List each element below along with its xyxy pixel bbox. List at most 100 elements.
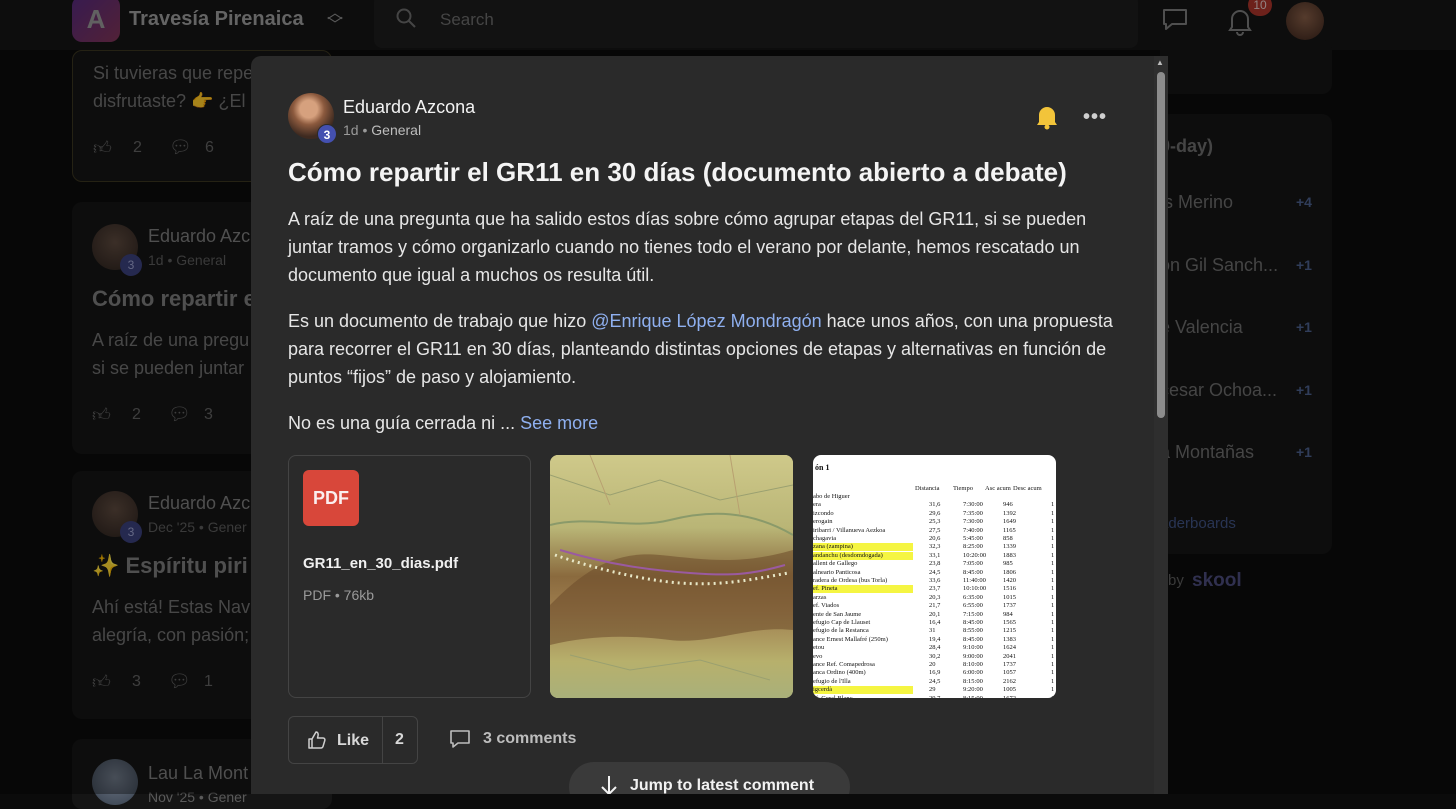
modal-scrollbar-thumb[interactable] [1157,72,1165,418]
table-cell: 33,1 [929,551,941,559]
table-cell: 1 [1051,661,1055,668]
pdf-attachment[interactable]: PDF GR11_en_30_dias.pdf PDF • 76kb [288,455,531,698]
table-cell: 9:00:00 [963,652,983,660]
table-cell: 1624 [1003,644,1016,652]
table-row: alneario Panticosa 24,5 8:45:00 1806 1 [813,569,1056,576]
table-cell: etou [813,644,825,652]
table-row: ef. Coral Blanc 29,7 8:15:00 1672 1 [813,695,1056,698]
table-row: ance Ernest Mallafré (250m) 19,4 8:45:00 13… [813,636,1056,643]
table-cell: ance Ernest Mallafré (250m) [813,635,888,643]
table-cell: 31,6 [929,501,941,509]
table-cell: 8:10:00 [963,661,983,668]
table-cell: 7:30:00 [963,518,983,526]
table-header-cell: Asc acum [985,485,1011,492]
table-row: era 31,6 7:30:00 946 1 [813,501,1056,508]
table-cell: zana (zampina) [813,543,853,551]
comment-icon[interactable] [449,729,471,749]
table-header-cell: Desc acum [1013,485,1042,492]
table-cell: abo de Higuer [813,493,850,500]
table-cell: 29 [929,686,936,694]
table-cell: 1 [1051,526,1055,534]
table-cell: 20 [929,661,936,668]
table-cell: ef. Viados [813,602,840,610]
table-cell: 28,4 [929,644,941,652]
table-cell: era [813,501,821,509]
table-cell: 8:15:00 [963,695,983,698]
table-cell: 1 [1051,551,1055,559]
like-count[interactable]: 2 [395,731,404,749]
table-row: chagavia 20,6 5:45:00 858 1 [813,535,1056,542]
table-row: evo 30,2 9:00:00 2041 1 [813,653,1056,660]
table-cell: 1057 [1003,669,1016,677]
see-more-link[interactable]: See more [520,413,598,433]
table-cell: 8:45:00 [963,568,983,576]
table-cell: izcondo [813,509,834,517]
table-cell: ente de San Jaume [813,610,862,618]
table-cell: alneario Panticosa [813,568,861,576]
table-cell: iribarri / Villanueva Aezkoa [813,526,886,534]
table-cell: 25,3 [929,518,941,526]
table-cell: 10:10:00 [963,585,987,593]
user-mention-link[interactable]: @Enrique López Mondragón [591,311,821,331]
paragraph-text: Es un documento de trabajo que hizo [288,311,592,331]
table-cell: 29,6 [929,509,941,517]
table-cell: allent de Gallego [813,560,858,568]
table-cell: 9:20:00 [963,686,983,694]
table-row: erogain 25,3 7:30:00 1649 1 [813,518,1056,525]
like-divider [382,717,383,763]
table-cell: 1165 [1003,526,1016,534]
table-row: etou 28,4 9:10:00 1624 1 [813,644,1056,651]
scroll-up-arrow-icon[interactable]: ▲ [1156,58,1164,67]
table-cell: 1737 [1003,602,1016,610]
table-cell: 11:40:00 [963,577,986,584]
table-cell: 31 [929,627,936,635]
more-options-icon[interactable]: ••• [1083,106,1107,129]
table-row: andanchu (desdomdogada) 33,1 10:20:00 1883 1 [813,551,1056,560]
author-name[interactable]: Eduardo Azcona [343,97,475,118]
table-cell: 1420 [1003,577,1016,584]
table-cell: 1 [1051,602,1055,610]
jump-to-latest-comment-button[interactable]: Jump to latest comment [569,762,850,794]
table-cell: 1 [1051,535,1055,542]
table-header-cell: Distancia [915,485,940,492]
table-cell: radera de Ordesa (bus Torla) [813,577,888,584]
table-cell: 33,6 [929,577,941,584]
table-cell: 946 [1003,501,1013,509]
stages-table-image-attachment[interactable]: ón 1 Distancia Tiempo Asc acum Desc acum abo… [813,455,1056,698]
table-cell: 1 [1051,501,1055,509]
table-cell: 1806 [1003,568,1016,576]
like-label: Like [337,732,370,749]
table-cell: 6:55:00 [963,602,983,610]
table-cell: 19,4 [929,635,941,643]
table-cell: 1 [1051,560,1055,568]
table-cell: 1 [1051,593,1055,601]
table-cell: 1 [1051,619,1055,626]
table-cell: 1 [1051,677,1055,685]
table-row: zana (zampina) 32,3 8:25:00 1339 1 [813,543,1056,552]
comments-count-link[interactable]: 3 comments [483,730,576,748]
table-cell: 10:20:00 [963,551,987,559]
table-cell: 1015 [1003,593,1016,601]
table-cell: igcerdà [813,686,833,694]
table-cell: 27,5 [929,526,941,534]
table-cell: 1672 [1003,695,1016,698]
post-paragraph: No es una guía cerrada ni ... See more [288,409,1118,437]
post-time: 1d [343,122,359,138]
table-cell: efugio de l'Illa [813,677,851,685]
table-cell: 7:30:00 [963,501,983,509]
table-row: allent de Gallego 23,8 7:05:00 985 1 [813,560,1056,567]
table-cell: 1 [1051,695,1054,698]
table-cell: anca Ordino (400m) [813,669,866,677]
table-cell: 2162 [1003,677,1016,685]
like-button[interactable]: Like 2 [288,716,418,764]
table-cell: 23,8 [929,560,941,568]
post-title: Cómo repartir el GR11 en 30 días (docume… [288,157,1067,187]
follow-bell-icon[interactable] [1035,104,1059,130]
post-category[interactable]: General [371,122,421,138]
table-cell: 1565 [1003,619,1016,626]
table-cell: 1392 [1003,509,1016,517]
table-row: igcerdà 29 9:20:00 1005 1 [813,686,1056,695]
table-row: abo de Higuer [813,493,1056,500]
table-row: ef. Viados 21,7 6:55:00 1737 1 [813,602,1056,609]
map-image-attachment[interactable] [550,455,793,698]
